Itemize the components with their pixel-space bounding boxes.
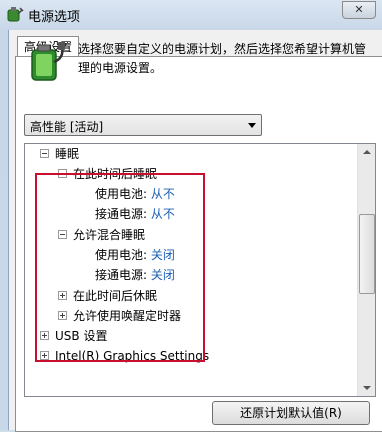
setting-label: 使用电池:: [95, 248, 148, 262]
close-button[interactable]: ✕: [342, 1, 376, 19]
tree-node-label: 允许混合睡眠: [73, 228, 146, 242]
tree-node-usb-settings[interactable]: USB 设置: [40, 326, 107, 346]
expand-icon[interactable]: [40, 351, 49, 360]
setting-value-link[interactable]: 从不: [151, 207, 175, 221]
power-plan-battery-icon: [31, 42, 65, 81]
restore-plan-defaults-button[interactable]: 还原计划默认值(R): [212, 401, 370, 425]
tree-item-sleep-after-battery[interactable]: 使用电池: 从不: [95, 184, 175, 204]
setting-value-link[interactable]: 关闭: [151, 248, 175, 262]
setting-value-link[interactable]: 关闭: [151, 268, 175, 282]
tree-node-sleep-after[interactable]: 在此时间后睡眠: [58, 164, 157, 184]
scroll-up-arrow-icon[interactable]: [358, 144, 375, 161]
tree-node-label: 在此时间后休眠: [73, 289, 158, 303]
description-text: 选择您要自定义的电源计划，然后选择您希望计算机管理的电源设置。: [78, 42, 367, 75]
tree-node-label: USB 设置: [55, 329, 108, 343]
tree-node-hybrid-sleep[interactable]: 允许混合睡眠: [58, 225, 145, 245]
tree-item-hybrid-sleep-plugged[interactable]: 接通电源: 关闭: [95, 265, 175, 285]
tree-node-hibernate-after[interactable]: 在此时间后休眠: [58, 286, 157, 306]
tree-node-wake-timers[interactable]: 允许使用唤醒定时器: [58, 306, 181, 326]
tree-item-hybrid-sleep-battery[interactable]: 使用电池: 关闭: [95, 245, 175, 265]
tree-node-label: 允许使用唤醒定时器: [73, 309, 182, 323]
scroll-down-arrow-icon[interactable]: [358, 379, 375, 396]
setting-label: 接通电源:: [95, 268, 148, 282]
tree-item-sleep-after-plugged[interactable]: 接通电源: 从不: [95, 204, 175, 224]
power-options-icon: [7, 7, 24, 22]
tree-node-label: Intel(R) Graphics Settings: [55, 349, 210, 363]
expand-icon[interactable]: [40, 331, 49, 340]
power-plan-selected-value: 高性能 [活动]: [30, 120, 104, 134]
tree-node-sleep[interactable]: 睡眠: [40, 144, 79, 164]
setting-label: 使用电池:: [95, 187, 148, 201]
power-plan-dropdown[interactable]: 高性能 [活动]: [24, 114, 262, 136]
expand-icon[interactable]: [58, 311, 67, 320]
window-title: 电源选项: [28, 10, 81, 25]
setting-value-link[interactable]: 从不: [151, 187, 175, 201]
collapse-icon[interactable]: [58, 169, 67, 178]
title-bar: 电源选项 ✕: [0, 0, 382, 30]
tree-scrollbar[interactable]: [357, 144, 375, 396]
chevron-down-icon: [248, 123, 256, 128]
setting-label: 接通电源:: [95, 207, 148, 221]
collapse-icon[interactable]: [40, 149, 49, 158]
power-options-window: 电源选项 ✕ 高级设置 选择您要自定义的电源计划，然后选择您希望计算机管理的电源…: [0, 0, 382, 432]
tree-node-intel-graphics[interactable]: Intel(R) Graphics Settings: [40, 346, 209, 366]
tree-node-label: 睡眠: [55, 147, 80, 161]
tree-node-label: 在此时间后睡眠: [73, 167, 158, 181]
scrollbar-thumb[interactable]: [359, 214, 375, 294]
power-settings-tree: 睡眠 在此时间后睡眠 使用电池: 从不 接通电源: 从不 允许混合睡眠 使用电池…: [24, 143, 376, 397]
expand-icon[interactable]: [58, 291, 67, 300]
collapse-icon[interactable]: [58, 230, 67, 239]
